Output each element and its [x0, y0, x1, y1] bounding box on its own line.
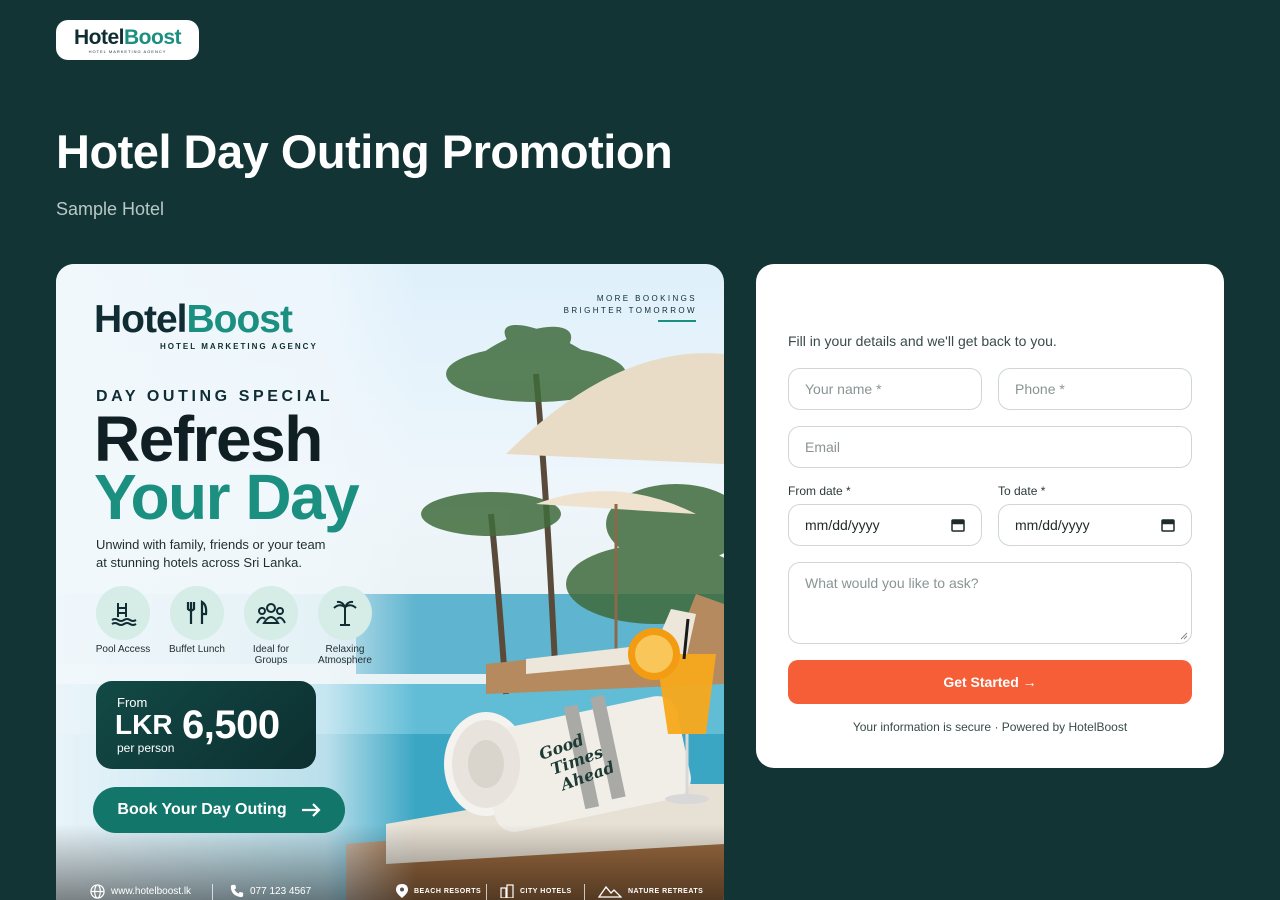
- resize-handle-icon[interactable]: [1180, 632, 1188, 640]
- palm-tree-icon: [333, 600, 357, 626]
- poster-nature-retreats: NATURE RETREATS: [598, 884, 703, 898]
- calendar-icon[interactable]: [951, 518, 965, 532]
- phone-input[interactable]: Phone *: [998, 368, 1192, 410]
- poster-logo: HotelBoost HOTEL MARKETING AGENCY: [94, 298, 318, 351]
- phone-icon: [230, 884, 244, 898]
- poster-city-hotels: CITY HOTELS: [500, 884, 572, 898]
- buildings-icon: [500, 884, 514, 898]
- amenity-pool: Pool Access: [86, 586, 160, 655]
- name-input[interactable]: Your name *: [788, 368, 982, 410]
- arrow-right-icon: [301, 803, 321, 817]
- logo-wordmark: HotelBoost: [74, 25, 182, 49]
- hotelboost-logo[interactable]: HotelBoost HOTEL MARKETING AGENCY: [56, 20, 199, 60]
- secure-note: Your information is secure · Powered by …: [852, 720, 1128, 734]
- form-intro: Fill in your details and we'll get back …: [788, 333, 1057, 349]
- amenity-lunch: Buffet Lunch: [160, 586, 234, 655]
- group-icon: [256, 603, 286, 624]
- amenity-atmosphere: Relaxing Atmosphere: [308, 586, 382, 666]
- location-pin-icon: [396, 884, 408, 898]
- poster-website[interactable]: www.hotelboost.lk: [90, 884, 191, 899]
- poster-footer: www.hotelboost.lk 077 123 4567 BEACH RES…: [56, 880, 724, 900]
- email-input[interactable]: Email: [788, 426, 1192, 468]
- pool-icon: [111, 603, 137, 626]
- price-box: From LKR per person 6,500: [96, 681, 316, 769]
- contact-form-card: Fill in your details and we'll get back …: [756, 264, 1224, 768]
- page-title: Hotel Day Outing Promotion: [56, 125, 673, 178]
- amenity-groups: Ideal for Groups: [234, 586, 308, 666]
- poster-tagline: MORE BOOKINGS BRIGHTER TOMORROW: [563, 294, 697, 315]
- price-value: 6,500: [182, 703, 280, 747]
- from-date-input[interactable]: mm/dd/yyyy: [788, 504, 982, 546]
- message-textarea[interactable]: What would you like to ask?: [788, 562, 1192, 644]
- mountains-icon: [598, 885, 622, 898]
- calendar-icon[interactable]: [1161, 518, 1175, 532]
- fork-knife-icon: [186, 600, 208, 624]
- poster-phone[interactable]: 077 123 4567: [230, 884, 311, 898]
- book-day-outing-button[interactable]: Book Your Day Outing: [93, 787, 345, 833]
- to-date-input[interactable]: mm/dd/yyyy: [998, 504, 1192, 546]
- poster-beach-resorts: BEACH RESORTS: [396, 884, 481, 898]
- from-date-label: From date *: [788, 484, 851, 498]
- tagline-underline: [658, 320, 696, 322]
- poster-blurb: Unwind with family, friends or your team…: [96, 537, 326, 570]
- page-subtitle: Sample Hotel: [56, 199, 165, 219]
- to-date-label: To date *: [998, 484, 1046, 498]
- globe-icon: [90, 884, 105, 899]
- promo-poster: HotelBoost HOTEL MARKETING AGENCY MORE B…: [56, 264, 724, 900]
- logo-subtext: HOTEL MARKETING AGENCY: [88, 48, 167, 54]
- poster-headline-line2: Your Day: [94, 461, 360, 533]
- get-started-button[interactable]: Get Started →: [788, 660, 1192, 704]
